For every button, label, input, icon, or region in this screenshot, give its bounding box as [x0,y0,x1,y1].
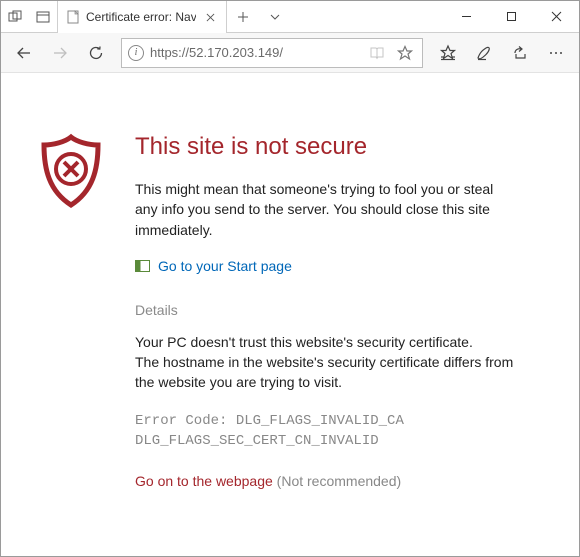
proceed-note: (Not recommended) [273,473,401,489]
page-icon [66,10,80,24]
back-button[interactable] [7,36,41,70]
proceed-row: Go on to the webpage (Not recommended) [135,473,515,489]
maximize-button[interactable] [489,1,534,32]
error-code: Error Code: DLG_FLAGS_INVALID_CA DLG_FLA… [135,411,515,452]
close-window-button[interactable] [534,1,579,32]
address-bar[interactable]: i https://52.170.203.149/ [121,38,423,68]
new-tab-button[interactable] [227,1,259,33]
warning-text: This might mean that someone's trying to… [135,179,515,240]
tab-title: Certificate error: Naviga [86,10,196,24]
error-heading: This site is not secure [135,133,515,161]
site-info-icon[interactable]: i [128,45,144,61]
minimize-button[interactable] [444,1,489,32]
details-toggle[interactable]: Details [135,302,515,318]
favorite-button[interactable] [394,42,416,64]
start-page-link[interactable]: Go to your Start page [135,258,515,274]
error-page-content: This site is not secure This might mean … [1,73,579,519]
set-aside-tabs-button[interactable] [1,1,29,32]
refresh-button[interactable] [79,36,113,70]
proceed-link[interactable]: Go on to the webpage [135,473,273,489]
favorites-hub-button[interactable] [431,36,465,70]
details-text: Your PC doesn't trust this website's sec… [135,332,515,393]
notes-button[interactable] [467,36,501,70]
forward-button[interactable] [43,36,77,70]
browser-tab[interactable]: Certificate error: Naviga [58,1,227,33]
window-tab-set-buttons [1,1,58,32]
start-tile-icon [135,260,150,272]
more-button[interactable] [539,36,573,70]
url-text: https://52.170.203.149/ [150,45,360,60]
window-controls [444,1,579,32]
tab-close-button[interactable] [202,9,218,25]
share-button[interactable] [503,36,537,70]
tab-preview-toggle[interactable] [259,1,291,33]
toolbar: i https://52.170.203.149/ [1,33,579,73]
reading-view-button[interactable] [366,42,388,64]
show-tabs-button[interactable] [29,1,57,32]
shield-warning-icon [35,133,107,211]
titlebar: Certificate error: Naviga [1,1,579,33]
start-page-link-label: Go to your Start page [158,258,292,274]
